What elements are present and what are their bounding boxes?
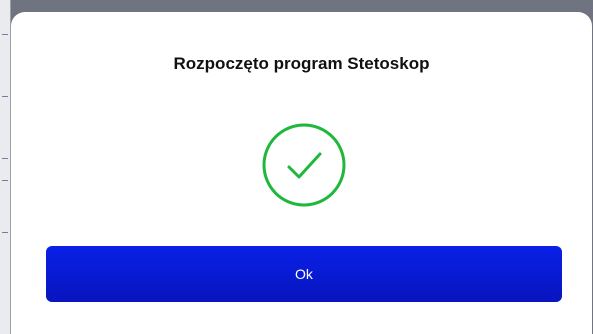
background-app-edge [0,0,11,334]
background-divider [2,96,8,97]
background-divider [2,158,8,159]
check-circle-icon [262,123,346,207]
dialog-title: Rozpoczęto program Stetoskop [173,54,430,73]
ok-button[interactable]: Ok [46,246,562,302]
background-divider [2,180,8,181]
background-divider [2,232,8,233]
background-divider [2,34,8,35]
confirmation-dialog: Rozpoczęto program Stetoskop Ok [11,12,592,334]
